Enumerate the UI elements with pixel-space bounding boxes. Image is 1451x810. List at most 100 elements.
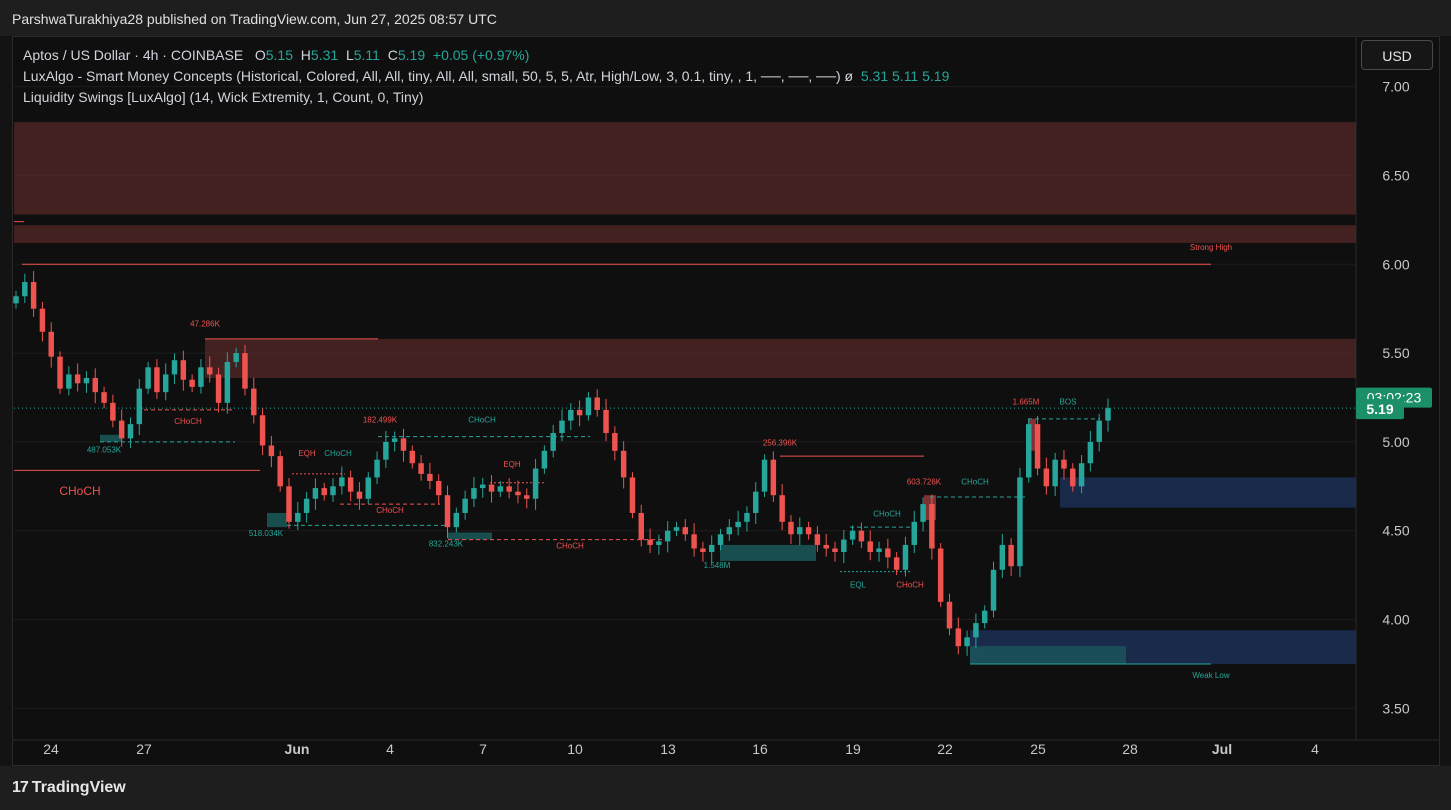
candle-down[interactable]	[74, 374, 81, 384]
candle-up[interactable]	[717, 534, 724, 545]
candle-down[interactable]	[700, 548, 706, 553]
candle-up[interactable]	[224, 361, 231, 403]
order-block-green[interactable]	[267, 512, 287, 528]
candle-down[interactable]	[647, 539, 653, 545]
candle-down[interactable]	[832, 548, 838, 553]
candle-down[interactable]	[576, 409, 583, 416]
candle-down[interactable]	[251, 388, 257, 416]
candle-down[interactable]	[823, 544, 829, 549]
candle-up[interactable]	[391, 438, 398, 442]
candle-down[interactable]	[321, 488, 327, 496]
candle-up[interactable]	[568, 409, 574, 421]
candle-up[interactable]	[1096, 420, 1102, 442]
candle-down[interactable]	[259, 415, 266, 446]
candle-up[interactable]	[383, 441, 389, 460]
candle-up[interactable]	[735, 521, 741, 528]
candle-down[interactable]	[154, 367, 160, 393]
candle-up[interactable]	[761, 459, 768, 492]
candle-up[interactable]	[559, 420, 565, 434]
candle-down[interactable]	[189, 379, 195, 387]
order-block-green[interactable]	[100, 434, 122, 442]
candle-up[interactable]	[66, 374, 72, 389]
candle-up[interactable]	[849, 530, 856, 540]
supply-zone-upper[interactable]	[14, 122, 1356, 215]
candle-down[interactable]	[92, 377, 98, 393]
candle-up[interactable]	[911, 521, 917, 545]
candle-up[interactable]	[964, 637, 970, 647]
candle-down[interactable]	[268, 445, 275, 457]
candle-down[interactable]	[1043, 468, 1050, 487]
candle-up[interactable]	[13, 296, 19, 304]
candle-up[interactable]	[532, 468, 539, 499]
candle-down[interactable]	[1061, 459, 1067, 469]
candle-down[interactable]	[110, 402, 116, 421]
candle-up[interactable]	[973, 623, 979, 638]
legend-indicator-liquidity[interactable]: Liquidity Swings [LuxAlgo] (14, Wick Ext…	[23, 87, 949, 108]
candle-down[interactable]	[286, 486, 292, 522]
candle-down[interactable]	[629, 477, 636, 513]
candle-up[interactable]	[1017, 477, 1023, 567]
order-block-green[interactable]	[448, 532, 492, 540]
candle-up[interactable]	[497, 486, 504, 492]
candle-up[interactable]	[841, 539, 847, 553]
candle-down[interactable]	[770, 459, 777, 496]
demand-zone-upper[interactable]	[1060, 477, 1356, 508]
candle-down[interactable]	[937, 548, 944, 602]
candle-up[interactable]	[480, 484, 486, 489]
candle-up[interactable]	[365, 477, 371, 499]
candle-up[interactable]	[708, 544, 715, 553]
candle-up[interactable]	[585, 397, 592, 416]
candle-up[interactable]	[233, 353, 239, 362]
candle-down[interactable]	[620, 450, 627, 478]
candle-up[interactable]	[726, 527, 733, 535]
candle-down[interactable]	[788, 521, 794, 535]
candle-down[interactable]	[524, 495, 530, 499]
candle-down[interactable]	[435, 480, 442, 496]
candle-up[interactable]	[374, 459, 380, 478]
candle-up[interactable]	[171, 360, 178, 375]
candle-down[interactable]	[594, 397, 600, 410]
candle-down[interactable]	[515, 491, 521, 496]
candle-up[interactable]	[876, 548, 882, 553]
demand-zone-inner[interactable]	[970, 646, 1126, 664]
candle-up[interactable]	[453, 512, 460, 528]
candle-down[interactable]	[1034, 424, 1041, 469]
candle-up[interactable]	[22, 282, 28, 297]
legend-indicator-smc[interactable]: LuxAlgo - Smart Money Concepts (Historic…	[23, 66, 949, 87]
candle-up[interactable]	[127, 424, 134, 439]
candle-down[interactable]	[691, 534, 697, 549]
candle-up[interactable]	[673, 527, 680, 531]
candle-down[interactable]	[506, 486, 512, 492]
candle-down[interactable]	[612, 433, 618, 451]
candle-up[interactable]	[664, 530, 671, 542]
candle-down[interactable]	[929, 504, 935, 549]
candle-down[interactable]	[409, 450, 416, 464]
candle-down[interactable]	[805, 527, 812, 535]
candle-down[interactable]	[180, 360, 187, 380]
candle-down[interactable]	[207, 367, 213, 375]
candle-down[interactable]	[858, 530, 865, 542]
candle-up[interactable]	[1087, 441, 1094, 464]
candle-up[interactable]	[471, 488, 477, 499]
candle-down[interactable]	[242, 353, 248, 389]
candle-down[interactable]	[118, 420, 125, 439]
candle-up[interactable]	[136, 388, 143, 425]
candle-up[interactable]	[295, 512, 301, 522]
candle-up[interactable]	[797, 527, 803, 535]
tradingview-logo[interactable]: 17 TradingView	[12, 779, 126, 797]
candle-up[interactable]	[1026, 424, 1032, 478]
candle-down[interactable]	[48, 331, 54, 357]
candle-up[interactable]	[1105, 408, 1111, 421]
candle-down[interactable]	[400, 438, 407, 451]
candle-down[interactable]	[356, 491, 363, 499]
candle-down[interactable]	[682, 527, 689, 535]
candle-down[interactable]	[603, 409, 609, 434]
candle-down[interactable]	[215, 374, 222, 403]
candle-down[interactable]	[57, 356, 63, 389]
candle-up[interactable]	[656, 541, 662, 545]
candle-down[interactable]	[893, 557, 900, 570]
candle-down[interactable]	[427, 473, 433, 481]
candle-down[interactable]	[39, 308, 46, 332]
candle-down[interactable]	[779, 495, 785, 522]
candle-down[interactable]	[946, 601, 953, 629]
